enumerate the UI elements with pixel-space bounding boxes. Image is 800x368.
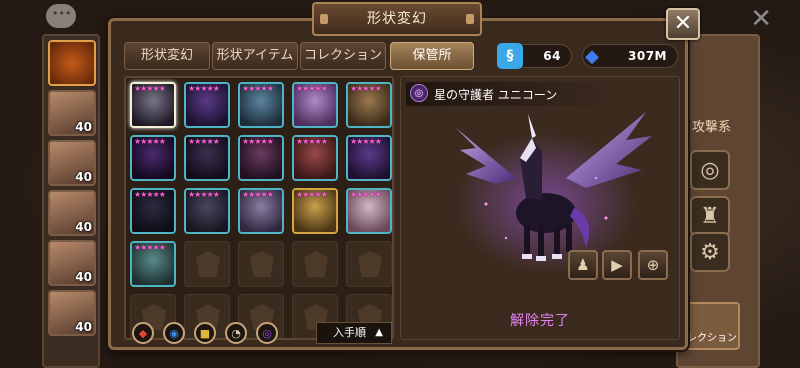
empty-slot xyxy=(238,241,284,287)
currency-token: § 64 xyxy=(497,43,572,69)
skin-name: 星の守護者 ユニコーン xyxy=(434,88,558,102)
tab-storage[interactable]: 保管所 xyxy=(390,42,474,70)
monster-level: 40 xyxy=(75,170,92,184)
empty-slot-icon xyxy=(250,251,274,277)
skin-slot-dark-hero[interactable]: ★★★★★ xyxy=(184,82,230,128)
helmet-icon[interactable]: ♜ xyxy=(690,196,730,236)
monster-tile[interactable]: 40 xyxy=(48,190,96,236)
empty-slot-icon xyxy=(304,251,328,277)
monster-level: 40 xyxy=(75,270,92,284)
monster-tile[interactable]: 40 xyxy=(48,290,96,336)
skin-slot-robot[interactable]: ★★★★★ xyxy=(184,188,230,234)
empty-slot xyxy=(184,241,230,287)
modal-title: 形状変幻 xyxy=(312,2,482,36)
star-rating: ★★★★★ xyxy=(188,84,220,93)
dark-element-icon: ◎ xyxy=(410,84,428,102)
star-rating: ★★★★★ xyxy=(296,84,328,93)
crystal-icon: ◆ xyxy=(585,45,599,67)
star-rating: ★★★★★ xyxy=(242,190,274,199)
skin-slot-boy-hero[interactable]: ★★★★★ xyxy=(238,82,284,128)
gear-icon[interactable]: ⚙ xyxy=(690,232,730,272)
empty-slot-icon xyxy=(196,251,220,277)
gold-element-icon[interactable]: ■ xyxy=(194,322,216,344)
skin-slot-dark-knight[interactable]: ★★★★★ xyxy=(184,135,230,181)
skin-preview-button[interactable]: ♟ xyxy=(568,250,598,280)
figure-icon: ♟ xyxy=(576,256,590,274)
dark-element-icon[interactable]: ◎ xyxy=(256,322,278,344)
star-rating: ★★★★★ xyxy=(296,190,328,199)
star-rating: ★★★★★ xyxy=(350,190,382,199)
skin-slot-beast-purple[interactable]: ★★★★★ xyxy=(238,135,284,181)
currency-crystal: ◆ 307M xyxy=(582,44,678,68)
video-button[interactable]: ▶ xyxy=(602,250,632,280)
tab-skin-transform[interactable]: 形状変幻 xyxy=(124,42,210,70)
collection-button[interactable]: レクション xyxy=(684,302,740,350)
skin-slot-purple-witch[interactable]: ★★★★★ xyxy=(346,135,392,181)
water-element-icon[interactable]: ◉ xyxy=(163,322,185,344)
sort-button[interactable]: 入手順 ▲ xyxy=(316,322,392,344)
empty-slot-icon xyxy=(358,251,382,277)
tab-collection[interactable]: コレクション xyxy=(300,42,386,70)
light-element-icon[interactable]: ◔ xyxy=(225,322,247,344)
monster-tile-featured[interactable] xyxy=(48,40,96,86)
star-rating: ★★★★★ xyxy=(134,137,166,146)
tab-skin-items[interactable]: 形状アイテム xyxy=(212,42,298,70)
crystal-count: 307M xyxy=(628,49,667,63)
skin-slot-winged-dark[interactable]: ★★★★★ xyxy=(130,135,176,181)
swirl-token-icon: § xyxy=(497,43,523,69)
close-button[interactable]: ✕ xyxy=(666,8,700,40)
monster-level: 40 xyxy=(75,120,92,134)
star-rating: ★★★★★ xyxy=(134,84,166,93)
skin-slot-teal-girl[interactable]: ★★★★★ xyxy=(130,241,176,287)
monster-level: 40 xyxy=(75,220,92,234)
monster-tile[interactable]: 40 xyxy=(48,140,96,186)
chat-icon[interactable] xyxy=(46,4,76,28)
star-rating: ★★★★★ xyxy=(134,243,166,252)
unlock-status: 解除完了 xyxy=(510,313,570,329)
star-rating: ★★★★★ xyxy=(188,137,220,146)
star-rating: ★★★★★ xyxy=(350,137,382,146)
skin-slot-red-girl[interactable]: ★★★★★ xyxy=(292,135,338,181)
swirl-icon[interactable]: ◎ xyxy=(690,150,730,190)
skin-slot-unicorn[interactable]: ★★★★★ xyxy=(130,82,176,128)
category-label: 攻撃系 xyxy=(692,120,732,135)
skin-slot-pink-girl[interactable]: ★★★★★ xyxy=(292,82,338,128)
skin-slot-old-sage[interactable]: ★★★★★ xyxy=(346,188,392,234)
star-rating: ★★★★★ xyxy=(242,137,274,146)
token-count: 64 xyxy=(543,49,561,63)
star-rating: ★★★★★ xyxy=(242,84,274,93)
star-rating: ★★★★★ xyxy=(350,84,382,93)
background-close-icon[interactable]: ✕ xyxy=(750,4,772,34)
camera-icon: ▶ xyxy=(611,256,623,274)
monster-tile[interactable]: 40 xyxy=(48,90,96,136)
monster-list-background: 40 40 40 40 40 xyxy=(42,34,100,368)
monster-tile[interactable]: 40 xyxy=(48,240,96,286)
star-rating: ★★★★★ xyxy=(188,190,220,199)
magnifier-icon: ⊕ xyxy=(646,256,660,274)
empty-slot xyxy=(292,241,338,287)
zoom-button[interactable]: ⊕ xyxy=(638,250,668,280)
monster-level: 40 xyxy=(75,320,92,334)
skin-slot-demon-white[interactable]: ★★★★★ xyxy=(238,188,284,234)
empty-slot xyxy=(346,241,392,287)
sort-label: 入手順 xyxy=(333,326,366,339)
star-rating: ★★★★★ xyxy=(296,137,328,146)
sort-arrow-icon: ▲ xyxy=(375,327,383,338)
skin-slot-monk[interactable]: ★★★★★ xyxy=(346,82,392,128)
skin-slot-shadow-girl[interactable]: ★★★★★ xyxy=(130,188,176,234)
star-rating: ★★★★★ xyxy=(134,190,166,199)
skin-grid: ★★★★★ ★★★★★ ★★★★★ ★★★★★ ★★★★★ ★★★★★ ★★★★★ ★★★★★… xyxy=(124,76,394,340)
fire-element-icon[interactable]: ◆ xyxy=(132,322,154,344)
skin-slot-golden-pharaoh[interactable]: ★★★★★ xyxy=(292,188,338,234)
